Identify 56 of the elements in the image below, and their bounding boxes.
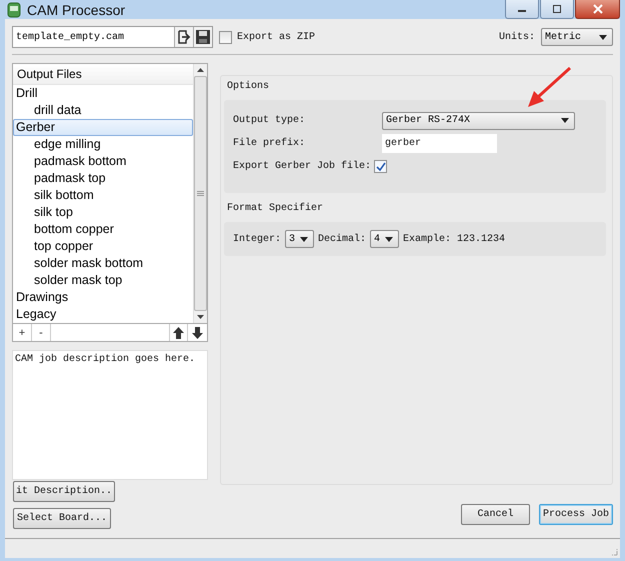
file-prefix-field[interactable]: gerber xyxy=(382,134,497,153)
caret-icon xyxy=(561,118,569,123)
tree-item[interactable]: padmask bottom xyxy=(13,153,193,170)
resize-grip-icon xyxy=(610,548,618,556)
tree-item[interactable]: drill data xyxy=(13,102,193,119)
scrollbar[interactable] xyxy=(193,64,207,323)
close-icon xyxy=(592,4,604,14)
up-arrow-icon xyxy=(173,326,184,338)
grip-icon xyxy=(197,191,204,196)
integer-dropdown[interactable]: 3 xyxy=(285,230,314,248)
tree-item[interactable]: silk top xyxy=(13,204,193,221)
close-button[interactable] xyxy=(575,0,620,19)
tree-item[interactable]: Drawings xyxy=(13,289,193,306)
edit-description-button[interactable]: it Description.. xyxy=(13,481,115,502)
process-job-button[interactable]: Process Job xyxy=(539,504,613,525)
export-job-checkbox[interactable] xyxy=(374,160,388,173)
group-title: Options xyxy=(226,80,270,94)
chip-icon xyxy=(7,2,21,18)
export-job-label: Export Gerber Job file: xyxy=(233,161,372,172)
down-arrow-icon xyxy=(192,326,203,338)
units-label: Units: xyxy=(498,32,535,42)
tree-item[interactable]: solder mask bottom xyxy=(13,255,193,272)
output-type-dropdown[interactable]: Gerber RS-274X xyxy=(382,112,575,130)
tree-item[interactable]: top copper xyxy=(13,238,193,255)
decimal-label: Decimal: xyxy=(318,234,366,244)
tree-item[interactable]: Legacy xyxy=(13,306,193,323)
tree-item[interactable]: solder mask top xyxy=(13,272,193,289)
example-text: Example: 123.1234 xyxy=(403,234,506,244)
output-type-label: Output type: xyxy=(233,115,306,126)
check-icon xyxy=(375,161,386,172)
select-board-button[interactable]: Select Board... xyxy=(13,508,111,529)
tree-item[interactable]: Drill xyxy=(13,85,193,102)
caret-icon xyxy=(385,236,394,242)
export-zip-checkbox[interactable] xyxy=(219,30,232,44)
minimize-button[interactable] xyxy=(505,0,539,19)
cancel-button[interactable]: Cancel xyxy=(461,504,530,525)
file-prefix-label: File prefix: xyxy=(233,138,306,149)
export-zip-label: Export as ZIP xyxy=(237,32,316,42)
maximize-button[interactable] xyxy=(540,0,574,19)
caret-icon xyxy=(599,34,607,40)
description-box[interactable]: CAM job description goes here. xyxy=(12,350,208,480)
tree-item[interactable]: bottom copper xyxy=(13,221,193,238)
tree-item[interactable]: edge milling xyxy=(13,136,193,153)
tree-item[interactable]: silk bottom xyxy=(13,187,193,204)
caret-icon xyxy=(300,236,308,242)
window-title: CAM Processor xyxy=(27,2,126,18)
move-up-button[interactable] xyxy=(169,324,188,341)
group-title: Format Specifier xyxy=(226,202,324,216)
tree-item[interactable]: padmask top xyxy=(13,170,193,187)
integer-label: Integer: xyxy=(233,234,282,244)
units-dropdown[interactable]: Metric xyxy=(541,28,613,46)
decimal-dropdown[interactable]: 4 xyxy=(370,230,400,248)
tree-item[interactable]: Gerber xyxy=(13,119,193,136)
maximize-icon xyxy=(552,4,562,14)
scroll-up-icon xyxy=(197,68,204,72)
scroll-down-icon xyxy=(197,315,204,319)
